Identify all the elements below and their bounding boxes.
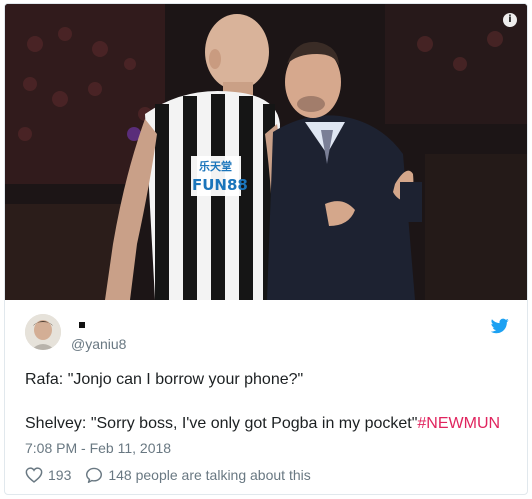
tweet-photo[interactable]: 乐天堂 FUN88 i bbox=[5, 4, 527, 300]
tweet-line-2-text: Shelvey: "Sorry boss, I've only got Pogb… bbox=[25, 415, 418, 432]
twitter-bird-icon[interactable] bbox=[491, 318, 509, 334]
hashtag-link[interactable]: #NEWMUN bbox=[417, 415, 500, 432]
embedded-tweet-card: 乐天堂 FUN88 i @yaniu8 Rafa: "Jonjo can I b… bbox=[4, 3, 528, 495]
like-count: 193 bbox=[48, 467, 72, 483]
speech-bubble-icon bbox=[86, 467, 103, 483]
display-name-glyph bbox=[79, 322, 85, 328]
user-avatar[interactable] bbox=[25, 314, 61, 350]
heart-icon bbox=[25, 467, 43, 483]
talking-count: 148 people are talking about this bbox=[108, 467, 311, 483]
sponsor-logo: FUN88 bbox=[192, 176, 248, 194]
sponsor-chinese: 乐天堂 bbox=[199, 159, 232, 173]
tweet-actions: 193 148 people are talking about this bbox=[25, 467, 325, 483]
tweet-text: Rafa: "Jonjo can I borrow your phone?" S… bbox=[25, 369, 520, 435]
reply-conversation-button[interactable]: 148 people are talking about this bbox=[85, 467, 311, 483]
user-name-block[interactable]: @yaniu8 bbox=[71, 314, 126, 352]
photo-illustration: 乐天堂 FUN88 bbox=[5, 4, 527, 300]
like-button[interactable]: 193 bbox=[25, 467, 71, 483]
tweet-timestamp[interactable]: 7:08 PM - Feb 11, 2018 bbox=[25, 440, 171, 456]
user-handle[interactable]: @yaniu8 bbox=[71, 336, 126, 352]
tweet-line-1: Rafa: "Jonjo can I borrow your phone?" bbox=[25, 371, 304, 388]
info-icon[interactable]: i bbox=[503, 13, 517, 27]
tweet-header: @yaniu8 bbox=[25, 314, 515, 354]
tweet-line-2: Shelvey: "Sorry boss, I've only got Pogb… bbox=[25, 413, 520, 435]
